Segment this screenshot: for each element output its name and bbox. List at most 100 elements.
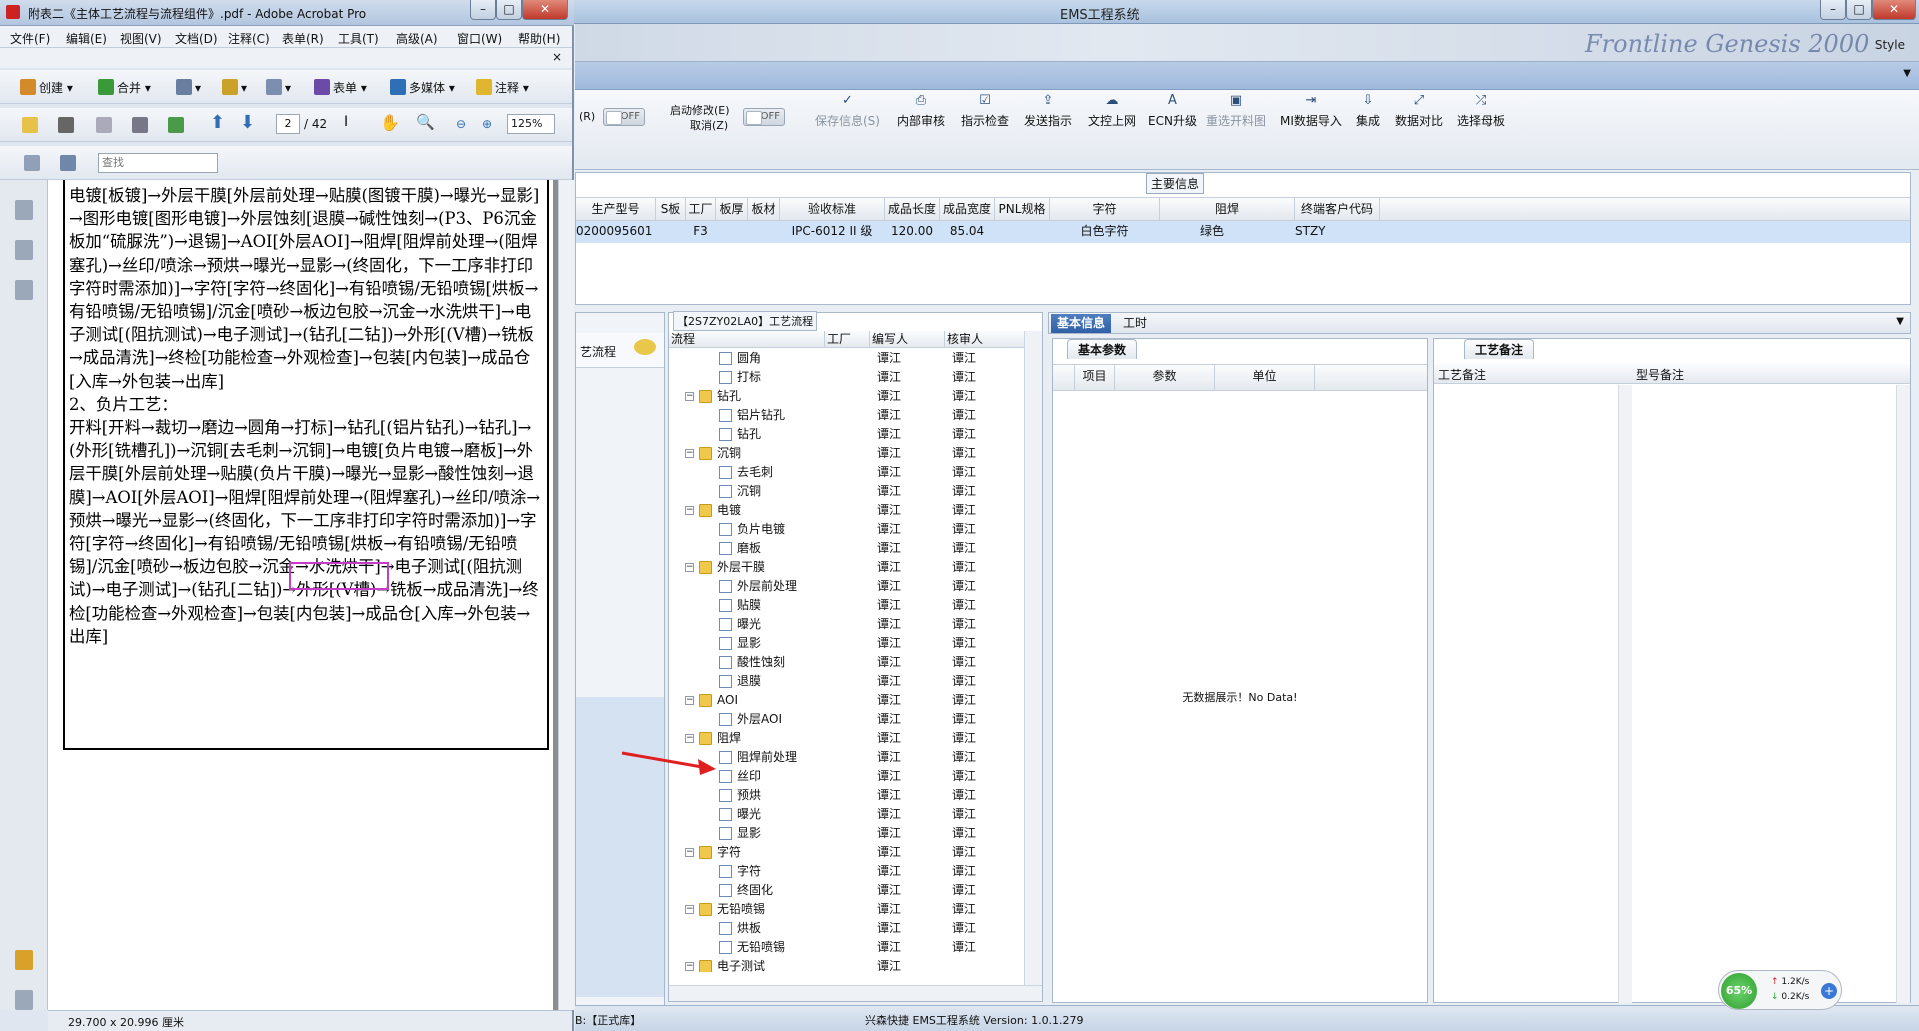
menu-item[interactable]: 注释(C) (228, 30, 270, 47)
col-factory[interactable]: 工厂 (825, 331, 870, 347)
col-s-board[interactable]: S板 (656, 198, 686, 220)
attachments-icon[interactable] (15, 990, 33, 1010)
col-model[interactable]: 生产型号 (576, 198, 656, 220)
tree-horizontal-scrollbar[interactable] (669, 985, 1042, 1001)
tree-row[interactable]: 负片电镀 谭江 谭江 (669, 520, 1024, 539)
col-thickness[interactable]: 板厚 (716, 198, 748, 220)
arrow-down-icon[interactable]: ⬇ (240, 112, 255, 133)
cancel-toggle[interactable]: OFF (743, 108, 785, 126)
tree-row[interactable]: 预烘 谭江 谭江 (669, 786, 1024, 805)
tree-row[interactable]: − 阻焊 谭江 谭江 (669, 729, 1024, 748)
select-motherboard-button[interactable]: ⤮ 选择母板 (1457, 93, 1505, 129)
tree-row[interactable]: − 无铅喷锡 谭江 谭江 (669, 900, 1024, 919)
tab-basic-info[interactable]: 基本信息 (1051, 314, 1112, 333)
minimize-button[interactable]: – (1820, 0, 1846, 20)
tree-row[interactable]: 曝光 谭江 谭江 (669, 805, 1024, 824)
tree-row[interactable]: − AOI 谭江 谭江 (669, 691, 1024, 710)
col-width[interactable]: 成品宽度 (940, 198, 995, 220)
menu-item[interactable]: 表单(R) (282, 30, 324, 47)
bookmarks-icon[interactable] (15, 240, 33, 260)
zoom-tool-icon[interactable]: 🔍 (416, 113, 435, 131)
tree-row[interactable]: 终固化 谭江 谭江 (669, 881, 1024, 900)
edit-toggle[interactable]: OFF (603, 108, 645, 126)
zoom-level-input[interactable]: 125% (507, 114, 555, 134)
tree-row[interactable]: 磨板 谭江 谭江 (669, 539, 1024, 558)
menu-item[interactable]: 文件(F) (10, 30, 50, 47)
close-button[interactable]: ✕ (1872, 0, 1916, 20)
share-icon[interactable] (168, 117, 187, 133)
pdf-page-text[interactable]: 电镀[板镀]→外层干膜[外层前处理→贴膜(图镀干膜)→曝光→显影]→图形电镀[图… (63, 180, 549, 750)
col-length[interactable]: 成品长度 (885, 198, 940, 220)
save-icon[interactable] (96, 117, 115, 133)
multimedia-button[interactable]: 多媒体 ▾ (390, 79, 455, 96)
edit-label[interactable]: 启动修改(E) (670, 102, 730, 118)
instruction-check-button[interactable]: ☑ 指示检查 (961, 93, 1009, 129)
page-number-input[interactable]: 2 (276, 114, 300, 134)
tree-row[interactable]: 显影 谭江 谭江 (669, 824, 1024, 843)
col-factory[interactable]: 工厂 (686, 198, 716, 220)
style-menu[interactable]: Style (1875, 38, 1905, 52)
menu-item[interactable]: 视图(V) (120, 30, 162, 47)
collapse-icon[interactable]: − (685, 905, 694, 914)
tree-row[interactable]: 字符 谭江 谭江 (669, 862, 1024, 881)
secure-button[interactable]: ▾ (222, 79, 247, 95)
zoom-out-icon[interactable]: ⊖ (456, 117, 466, 131)
menu-item[interactable]: 编辑(E) (66, 30, 107, 47)
menu-item[interactable]: 文档(D) (175, 30, 218, 47)
tree-row[interactable]: 沉铜 谭江 谭江 (669, 482, 1024, 501)
collapse-icon[interactable]: − (685, 962, 694, 971)
minimize-button[interactable]: – (470, 0, 496, 20)
internal-review-button[interactable]: ⎙ 内部审核 (897, 93, 945, 129)
tree-row[interactable]: 外层前处理 谭江 谭江 (669, 577, 1024, 596)
tree-row[interactable]: 曝光 谭江 谭江 (669, 615, 1024, 634)
document-scrollbar[interactable] (558, 180, 574, 1010)
send-instruction-button[interactable]: ⇪ 发送指示 (1024, 93, 1072, 129)
menu-item[interactable]: 工具(T) (338, 30, 379, 47)
menu-item[interactable]: 帮助(H) (518, 30, 560, 47)
find-input[interactable]: 查找 (98, 153, 218, 173)
collapse-icon[interactable]: − (685, 506, 694, 515)
tree-row[interactable]: 无铅喷锡 谭江 谭江 (669, 938, 1024, 957)
tree-row[interactable]: 圆角 谭江 谭江 (669, 349, 1024, 368)
chevron-down-icon[interactable]: ▼ (1896, 316, 1904, 327)
collapse-icon[interactable]: − (685, 734, 694, 743)
export-button[interactable]: ▾ (176, 79, 201, 95)
tree-row[interactable]: 外层AOI 谭江 谭江 (669, 710, 1024, 729)
mi-import-button[interactable]: ⇥ MI数据导入 (1280, 93, 1342, 129)
col-character[interactable]: 字符 (1050, 198, 1160, 220)
collapse-icon[interactable]: − (685, 449, 694, 458)
col-item[interactable]: 项目 (1075, 365, 1115, 390)
signatures-icon[interactable] (15, 280, 33, 300)
tree-row[interactable]: 铝片钻孔 谭江 谭江 (669, 406, 1024, 425)
tree-row[interactable]: 去毛刺 谭江 谭江 (669, 463, 1024, 482)
comment-button[interactable]: 注释 ▾ (476, 79, 529, 96)
forms-button[interactable]: 表单 ▾ (314, 79, 367, 96)
remark-scrollbar[interactable] (1618, 385, 1632, 1003)
save-info-button[interactable]: ✓ 保存信息(S) (815, 93, 880, 129)
integrate-button[interactable]: ⇩ 集成 (1356, 93, 1380, 129)
tab-basic-params[interactable]: 基本参数 (1067, 339, 1138, 359)
collapse-icon[interactable]: − (685, 696, 694, 705)
tree-row[interactable]: − 沉铜 谭江 谭江 (669, 444, 1024, 463)
tree-vertical-scrollbar[interactable] (1024, 331, 1042, 991)
tree-row[interactable]: − 外层干膜 谭江 谭江 (669, 558, 1024, 577)
tree-row[interactable]: 贴膜 谭江 谭江 (669, 596, 1024, 615)
col-material[interactable]: 板材 (748, 198, 780, 220)
tree-row[interactable]: − 钻孔 谭江 谭江 (669, 387, 1024, 406)
text-select-icon[interactable]: I (344, 114, 348, 130)
collapse-icon[interactable]: − (685, 848, 694, 857)
col-process[interactable]: 流程 (669, 331, 825, 347)
sign-button[interactable]: ▾ (266, 79, 291, 95)
maximize-button[interactable]: □ (496, 0, 522, 20)
model-remark-scrollbar[interactable] (1896, 385, 1910, 1003)
tree-row[interactable]: − 电子测试 谭江 (669, 957, 1024, 972)
ecn-upgrade-button[interactable]: A ECN升级 (1148, 93, 1197, 129)
collapse-icon[interactable]: − (685, 563, 694, 572)
tree-row[interactable]: 阻焊前处理 谭江 谭江 (669, 748, 1024, 767)
hand-icon[interactable]: ✋ (380, 113, 400, 132)
comments-icon[interactable] (15, 950, 33, 970)
main-info-row[interactable]: 0200095601 F3 IPC-6012 II 级 120.00 85.04… (576, 221, 1910, 243)
combine-button[interactable]: 合并 ▾ (98, 79, 151, 96)
tab-work-hours[interactable]: 工时 (1117, 314, 1153, 333)
fit-page-icon[interactable] (60, 155, 79, 171)
